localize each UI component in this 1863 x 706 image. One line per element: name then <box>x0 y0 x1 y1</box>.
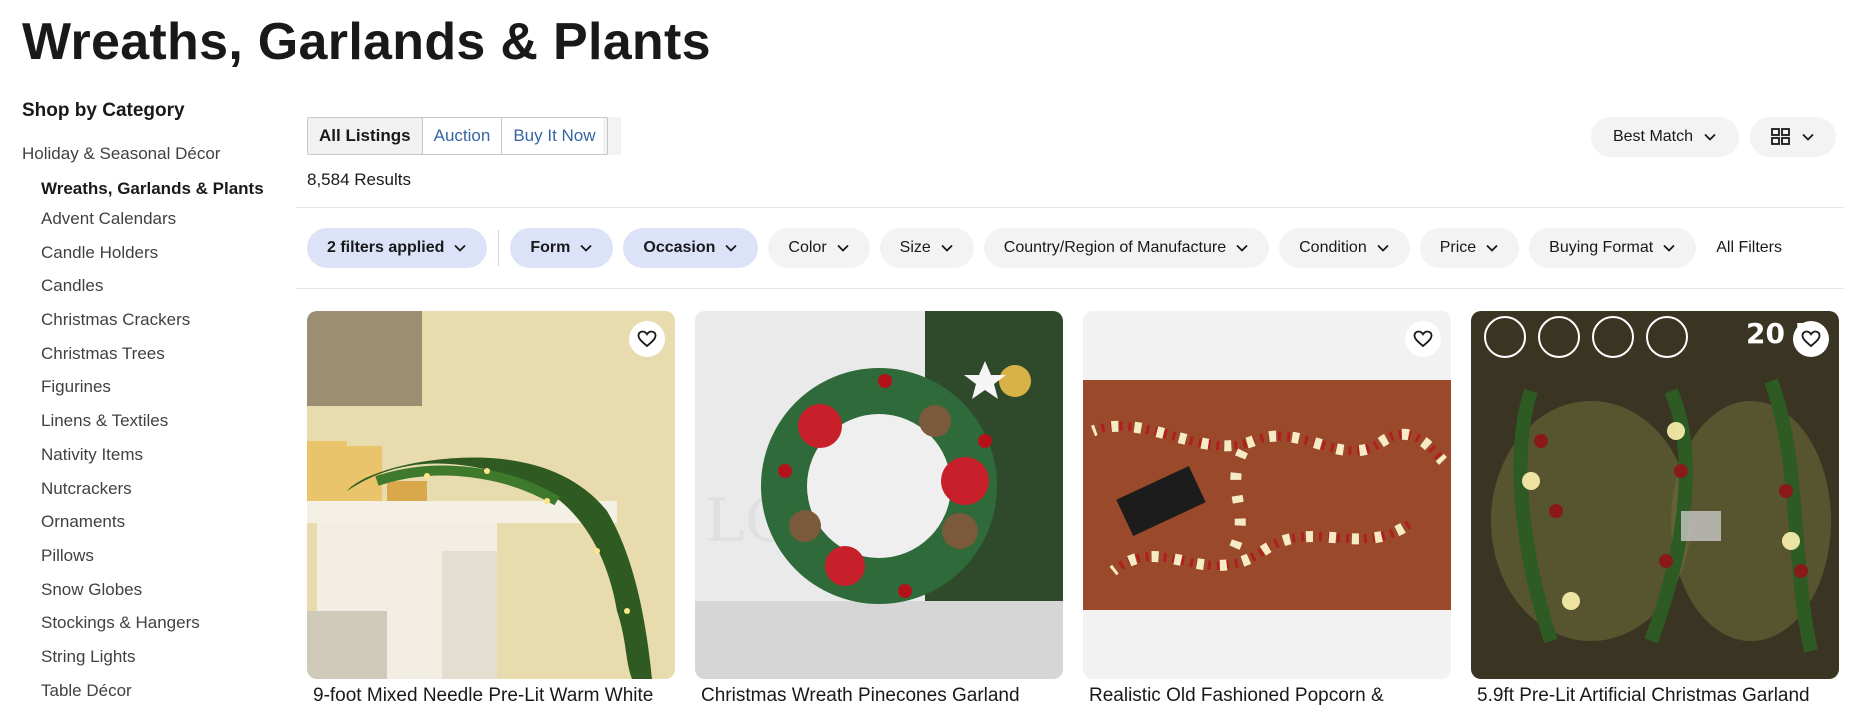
results-count: 8,584 Results <box>307 170 411 189</box>
category-list: Wreaths, Garlands & Plants Advent Calend… <box>22 178 272 706</box>
product-title[interactable]: Christmas Wreath Pinecones Garland <box>695 685 1063 706</box>
chevron-down-icon <box>1663 244 1675 252</box>
filter-form[interactable]: Form <box>510 228 614 268</box>
product-title[interactable]: 9-foot Mixed Needle Pre-Lit Warm White <box>307 685 675 706</box>
filter-label: 2 filters applied <box>327 239 445 256</box>
filters-applied-button[interactable]: 2 filters applied <box>307 228 488 268</box>
watch-button[interactable] <box>629 321 665 357</box>
product-title[interactable]: Realistic Old Fashioned Popcorn & <box>1083 685 1451 706</box>
product-card[interactable]: Realistic Old Fashioned Popcorn & <box>1083 311 1451 706</box>
sidebar-item-nativity-items[interactable]: Nativity Items <box>22 444 272 478</box>
sidebar-item-snow-globes[interactable]: Snow Globes <box>22 579 272 613</box>
product-card[interactable]: 20 L 5.9ft Pre-Lit Artificial Christmas … <box>1471 311 1839 706</box>
chevron-down-icon <box>1704 133 1716 141</box>
grid-view-icon <box>1771 128 1790 145</box>
filter-label: Color <box>788 239 827 256</box>
product-card[interactable]: LO Christmas Wreath Pinecones Garland <box>695 311 1063 706</box>
category-sidebar: Shop by Category Holiday & Seasonal Déco… <box>22 100 272 706</box>
sidebar-item-candle-holders[interactable]: Candle Holders <box>22 242 272 276</box>
heart-icon <box>1801 330 1821 348</box>
product-image[interactable] <box>1083 311 1451 679</box>
tab-all-listings[interactable]: All Listings <box>308 118 422 154</box>
chevron-down-icon <box>580 244 593 252</box>
watch-button[interactable] <box>1793 321 1829 357</box>
filter-country-region[interactable]: Country/Region of Manufacture <box>983 228 1270 268</box>
sidebar-item-linens-textiles[interactable]: Linens & Textiles <box>22 410 272 444</box>
heart-icon <box>637 330 657 348</box>
filter-label: Condition <box>1299 239 1367 256</box>
chevron-down-icon <box>725 244 738 252</box>
sidebar-item-christmas-crackers[interactable]: Christmas Crackers <box>22 309 272 343</box>
chevron-down-icon <box>837 244 849 252</box>
sidebar-item-christmas-trees[interactable]: Christmas Trees <box>22 343 272 377</box>
filter-label: Form <box>530 239 571 256</box>
sidebar-item-pillows[interactable]: Pillows <box>22 545 272 579</box>
filter-bar: 2 filters applied Form Occasion Color Si… <box>307 228 1782 268</box>
chevron-down-icon <box>1236 244 1248 252</box>
page-title: Wreaths, Garlands & Plants <box>22 13 711 71</box>
heart-icon <box>1413 330 1433 348</box>
divider <box>296 207 1844 208</box>
product-title[interactable]: 5.9ft Pre-Lit Artificial Christmas Garla… <box>1471 685 1839 706</box>
filter-size[interactable]: Size <box>879 228 974 268</box>
sidebar-item-stockings-hangers[interactable]: Stockings & Hangers <box>22 612 272 646</box>
sort-label: Best Match <box>1612 128 1694 145</box>
sidebar-item-advent-calendars[interactable]: Advent Calendars <box>22 208 272 242</box>
filter-label: Country/Region of Manufacture <box>1003 239 1227 256</box>
chevron-down-icon <box>941 244 953 252</box>
view-toggle-button[interactable] <box>1750 117 1836 157</box>
sidebar-heading: Shop by Category <box>22 100 185 121</box>
sidebar-parent-category[interactable]: Holiday & Seasonal Décor <box>22 144 272 168</box>
all-filters-button[interactable]: All Filters <box>1706 239 1782 257</box>
sidebar-item-candles[interactable]: Candles <box>22 275 272 309</box>
filter-label: Occasion <box>643 239 716 256</box>
sidebar-item-string-lights[interactable]: String Lights <box>22 646 272 680</box>
filter-label: Price <box>1439 239 1477 256</box>
sidebar-item-nutcrackers[interactable]: Nutcrackers <box>22 478 272 512</box>
filter-label: Buying Format <box>1549 239 1654 256</box>
chevron-down-icon <box>1486 244 1498 252</box>
filter-condition[interactable]: Condition <box>1279 228 1410 268</box>
sidebar-item-table-decor[interactable]: Table Décor <box>22 680 272 706</box>
divider <box>296 288 1844 289</box>
sidebar-item-ornaments[interactable]: Ornaments <box>22 511 272 545</box>
watch-button[interactable] <box>1405 321 1441 357</box>
product-image[interactable]: LO <box>695 311 1063 679</box>
filter-occasion[interactable]: Occasion <box>623 228 759 268</box>
chevron-down-icon <box>1802 133 1814 141</box>
tab-buy-it-now[interactable]: Buy It Now <box>501 118 606 154</box>
product-card[interactable]: 9-foot Mixed Needle Pre-Lit Warm White <box>307 311 675 706</box>
filter-color[interactable]: Color <box>768 228 870 268</box>
filter-divider <box>498 230 500 266</box>
tab-auction[interactable]: Auction <box>421 118 502 154</box>
listing-type-tabs: All Listings Auction Buy It Now <box>307 117 608 155</box>
filter-buying-format[interactable]: Buying Format <box>1529 228 1697 268</box>
sidebar-item-wreaths-garlands-plants: Wreaths, Garlands & Plants <box>41 179 264 198</box>
filter-price[interactable]: Price <box>1419 228 1520 268</box>
product-image[interactable] <box>307 311 675 679</box>
filter-label: Size <box>899 239 931 256</box>
sort-dropdown[interactable]: Best Match <box>1591 117 1739 157</box>
product-image[interactable]: 20 L <box>1471 311 1839 679</box>
chevron-down-icon <box>1377 244 1389 252</box>
sidebar-item-figurines[interactable]: Figurines <box>22 376 272 410</box>
chevron-down-icon <box>454 244 467 252</box>
